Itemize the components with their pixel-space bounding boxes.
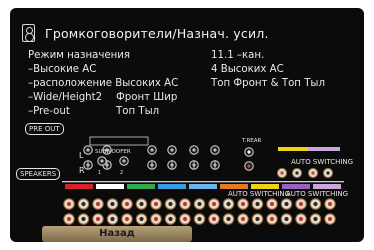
auto-switching-label-right: AUTO SWITCHING [286,190,349,198]
auto-switching-label-mid: AUTO SWITCHING [228,190,291,198]
speakers-label: SPEAKERS [16,168,61,180]
subwoofer-1: 1 [98,170,102,176]
auto-switching-label-top: AUTO SWITCHING [291,158,354,166]
preout-left-label: L [79,151,84,160]
preout-right-label: R [79,166,85,175]
preout-label: PRE OUT [25,123,64,135]
speaker-setup-screen: Громкоговорители/Назнач. усил. Режим наз… [10,8,364,242]
subwoofer-2: 2 [120,170,124,176]
subwoofer-label: SUBWOOFER [95,149,131,155]
back-button[interactable]: Назад [42,226,192,242]
trear-group [244,147,254,171]
speaker-terminals [62,181,344,225]
trear-label: T.REAR [242,138,262,144]
